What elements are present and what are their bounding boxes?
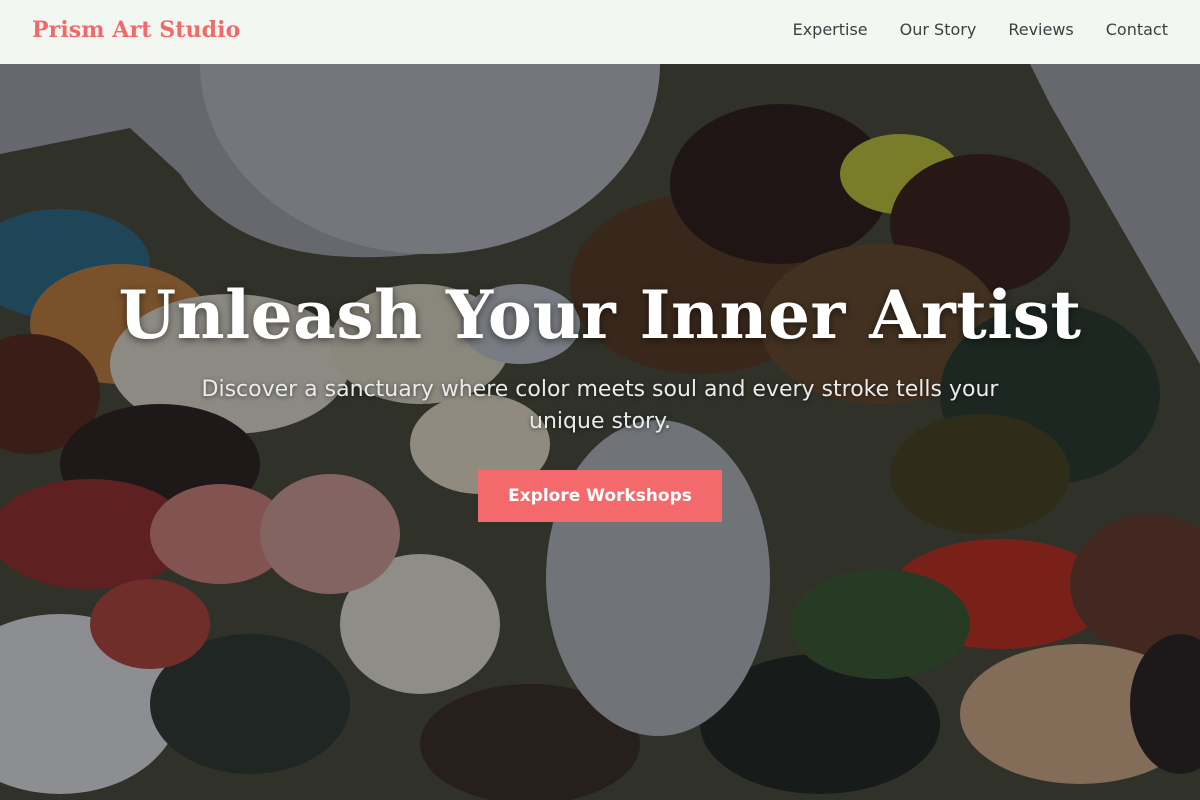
nav-link-contact[interactable]: Contact (1106, 20, 1168, 39)
nav-link-reviews[interactable]: Reviews (1008, 20, 1073, 39)
nav-link-our-story[interactable]: Our Story (900, 20, 977, 39)
brand-logo[interactable]: Prism Art Studio (32, 17, 240, 43)
explore-workshops-button[interactable]: Explore Workshops (478, 470, 722, 522)
site-header: Prism Art Studio Expertise Our Story Rev… (0, 0, 1200, 64)
hero-subtitle: Discover a sanctuary where color meets s… (201, 377, 999, 434)
nav-link-expertise[interactable]: Expertise (793, 20, 868, 39)
hero-section: Unleash Your Inner Artist Discover a san… (0, 64, 1200, 800)
hero-title: Unleash Your Inner Artist (118, 276, 1082, 354)
main-nav: Expertise Our Story Reviews Contact (761, 20, 1168, 39)
hero-content: Unleash Your Inner Artist Discover a san… (0, 64, 1200, 800)
